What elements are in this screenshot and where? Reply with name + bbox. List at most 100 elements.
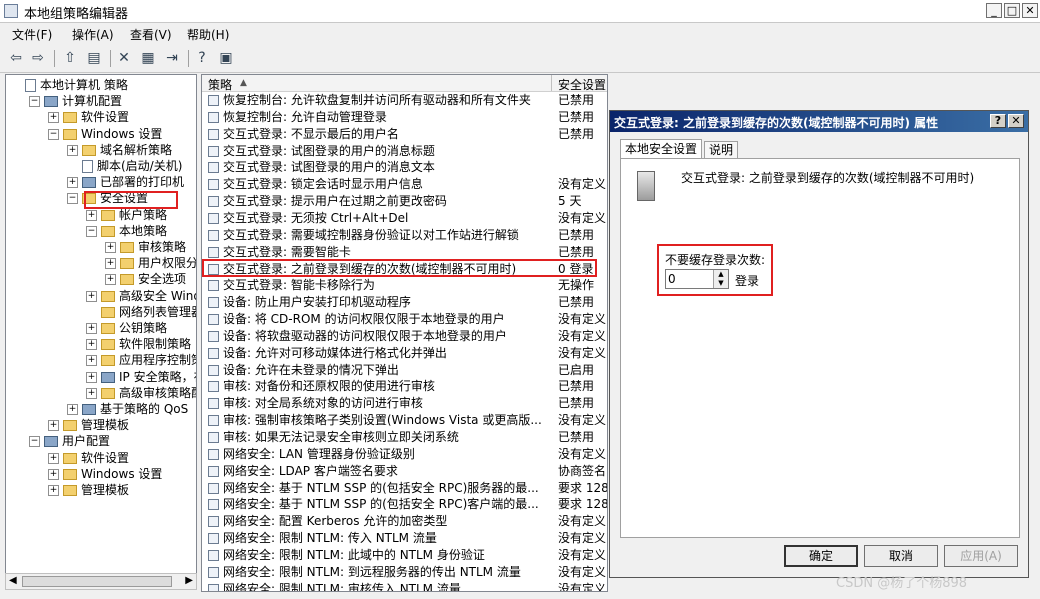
- table-row[interactable]: 网络安全: 基于 NTLM SSP 的(包括安全 RPC)服务器的最... 要求 …: [202, 480, 607, 497]
- scroll-thumb[interactable]: [22, 576, 172, 587]
- expand-icon[interactable]: +: [105, 258, 116, 270]
- menu-help[interactable]: 帮助(H): [187, 26, 229, 43]
- table-row[interactable]: 交互式登录: 试图登录的用户的消息文本: [202, 159, 607, 176]
- expand-icon[interactable]: +: [48, 485, 59, 496]
- spin-down-icon[interactable]: ▼: [713, 279, 728, 288]
- tree-node[interactable]: + 已部署的打印机: [67, 174, 184, 190]
- tree-node[interactable]: + Windows 设置: [48, 466, 162, 482]
- collapse-icon[interactable]: −: [29, 96, 40, 108]
- forward-arrow-icon[interactable]: ⇨: [28, 49, 48, 67]
- table-row[interactable]: 设备: 允许对可移动媒体进行格式化并弹出 没有定义: [202, 345, 607, 362]
- expand-icon[interactable]: +: [86, 339, 97, 351]
- expand-icon[interactable]: +: [48, 420, 59, 432]
- expand-icon[interactable]: +: [86, 371, 97, 383]
- tree-node[interactable]: + 管理模板: [48, 417, 129, 433]
- tab-explain[interactable]: 说明: [704, 141, 739, 159]
- collapse-icon[interactable]: −: [67, 193, 78, 205]
- expand-icon[interactable]: +: [67, 404, 78, 415]
- expand-icon[interactable]: +: [86, 209, 97, 221]
- close-button[interactable]: ✕: [1022, 3, 1038, 18]
- tree-node[interactable]: + 用户权限分配: [105, 255, 196, 271]
- tree-node[interactable]: + 审核策略: [105, 239, 186, 255]
- expand-icon[interactable]: +: [86, 387, 97, 399]
- apply-button[interactable]: 应用(A): [944, 545, 1018, 567]
- tree-node[interactable]: + 公钥策略: [86, 320, 167, 336]
- cache-count-stepper[interactable]: ▲ ▼: [665, 269, 729, 289]
- tree-node[interactable]: + 软件设置: [48, 450, 129, 466]
- table-row[interactable]: 网络安全: LAN 管理器身份验证级别 没有定义: [202, 446, 607, 463]
- navigation-tree[interactable]: 本地计算机 策略 − 计算机配置 + 软件设置 − Windows 设置 + 域名解析策略 脚本(…: [5, 74, 197, 590]
- tree-node[interactable]: 本地计算机 策略: [10, 77, 128, 93]
- tree-node[interactable]: 网络列表管理器策: [86, 304, 196, 320]
- collapse-icon[interactable]: −: [86, 225, 97, 237]
- table-row[interactable]: 网络安全: 限制 NTLM: 到远程服务器的传出 NTLM 流量 没有定义: [202, 564, 607, 581]
- tree-node[interactable]: + 高级审核策略配置: [86, 385, 196, 401]
- expand-icon[interactable]: +: [105, 274, 116, 286]
- tree-node[interactable]: + 高级安全 Window: [86, 288, 196, 304]
- table-row[interactable]: 审核: 强制审核策略子类别设置(Windows Vista 或更高版... 没有定…: [202, 412, 607, 429]
- tree-node[interactable]: − 本地策略: [86, 223, 167, 239]
- menu-action[interactable]: 操作(A): [72, 26, 114, 43]
- maximize-button[interactable]: □: [1004, 3, 1020, 18]
- expand-icon[interactable]: +: [86, 290, 97, 302]
- expand-icon[interactable]: +: [86, 355, 97, 367]
- table-row[interactable]: 交互式登录: 无须按 Ctrl+Alt+Del 没有定义: [202, 210, 607, 227]
- tree-node[interactable]: + IP 安全策略，在: [86, 369, 196, 385]
- ok-button[interactable]: 确定: [784, 545, 858, 567]
- dialog-close-button[interactable]: ✕: [1008, 114, 1024, 128]
- tree-node[interactable]: + 软件限制策略: [86, 336, 191, 352]
- tab-local-setting[interactable]: 本地安全设置: [620, 139, 703, 160]
- expand-icon[interactable]: +: [86, 323, 97, 334]
- cache-count-input[interactable]: [668, 271, 712, 287]
- scroll-left-icon[interactable]: ◀: [9, 575, 17, 586]
- tree-horizontal-scrollbar[interactable]: ◀ ▶: [5, 573, 197, 590]
- tree-node[interactable]: + 域名解析策略: [67, 142, 172, 158]
- table-row[interactable]: 审核: 对备份和还原权限的使用进行审核 已禁用: [202, 378, 607, 395]
- collapse-icon[interactable]: −: [48, 128, 59, 140]
- show-tree-icon[interactable]: ▤: [84, 49, 104, 67]
- table-row[interactable]: 交互式登录: 需要域控制器身份验证以对工作站进行解锁 已禁用: [202, 227, 607, 244]
- expand-icon[interactable]: +: [48, 468, 59, 480]
- table-row[interactable]: 恢复控制台: 允许自动管理登录 已禁用: [202, 109, 607, 126]
- table-row[interactable]: 网络安全: 限制 NTLM: 传入 NTLM 流量 没有定义: [202, 530, 607, 547]
- table-row[interactable]: 网络安全: 基于 NTLM SSP 的(包括安全 RPC)客户端的最... 要求 …: [202, 496, 607, 513]
- minimize-button[interactable]: _: [986, 3, 1002, 18]
- table-row[interactable]: 网络安全: 配置 Kerberos 允许的加密类型 没有定义: [202, 513, 607, 530]
- table-row[interactable]: 交互式登录: 不显示最后的用户名 已禁用: [202, 126, 607, 143]
- table-row[interactable]: 网络安全: 限制 NTLM: 此域中的 NTLM 身份验证 没有定义: [202, 547, 607, 564]
- tree-node[interactable]: − 计算机配置: [29, 93, 122, 109]
- menu-view[interactable]: 查看(V): [130, 26, 172, 43]
- expand-icon[interactable]: +: [67, 144, 78, 156]
- column-policy[interactable]: 策略: [208, 76, 232, 93]
- table-row[interactable]: 审核: 对全局系统对象的访问进行审核 已禁用: [202, 395, 607, 412]
- table-row[interactable]: 设备: 将 CD-ROM 的访问权限仅限于本地登录的用户 没有定义: [202, 311, 607, 328]
- column-setting[interactable]: 安全设置: [558, 76, 606, 93]
- tree-node[interactable]: + 软件设置: [48, 109, 129, 125]
- tree-node[interactable]: + 应用程序控制策略: [86, 352, 196, 368]
- table-row[interactable]: 网络安全: LDAP 客户端签名要求 协商签名: [202, 463, 607, 480]
- dialog-help-button[interactable]: ?: [990, 114, 1006, 128]
- tree-node[interactable]: + 管理模板: [48, 482, 129, 498]
- table-row[interactable]: 网络安全: 限制 NTLM: 审核传入 NTLM 流量 没有定义: [202, 581, 607, 591]
- expand-icon[interactable]: +: [48, 452, 59, 464]
- tree-node[interactable]: + 基于策略的 QoS: [67, 401, 188, 417]
- expand-icon[interactable]: +: [48, 112, 59, 124]
- table-row[interactable]: 设备: 允许在未登录的情况下弹出 已启用: [202, 362, 607, 379]
- table-row[interactable]: 交互式登录: 提示用户在过期之前更改密码 5 天: [202, 193, 607, 210]
- scroll-right-icon[interactable]: ▶: [185, 575, 193, 586]
- table-row[interactable]: 恢复控制台: 允许软盘复制并访问所有驱动器和所有文件夹 已禁用: [202, 92, 607, 109]
- table-row[interactable]: 交互式登录: 锁定会话时显示用户信息 没有定义: [202, 176, 607, 193]
- tree-node[interactable]: 脚本(启动/关机): [67, 158, 182, 174]
- menu-file[interactable]: 文件(F): [12, 26, 52, 43]
- delete-icon[interactable]: ✕: [114, 49, 134, 67]
- cancel-button[interactable]: 取消: [864, 545, 938, 567]
- table-row[interactable]: 审核: 如果无法记录安全审核则立即关闭系统 已禁用: [202, 429, 607, 446]
- properties-icon[interactable]: ▦: [138, 49, 158, 67]
- expand-icon[interactable]: +: [105, 242, 116, 253]
- column-divider[interactable]: [551, 75, 552, 91]
- up-folder-icon[interactable]: ⇧: [60, 49, 80, 67]
- back-arrow-icon[interactable]: ⇦: [6, 49, 26, 67]
- tree-node[interactable]: − Windows 设置: [48, 126, 162, 142]
- tree-node[interactable]: − 用户配置: [29, 433, 110, 449]
- tree-node[interactable]: + 安全选项: [105, 271, 186, 287]
